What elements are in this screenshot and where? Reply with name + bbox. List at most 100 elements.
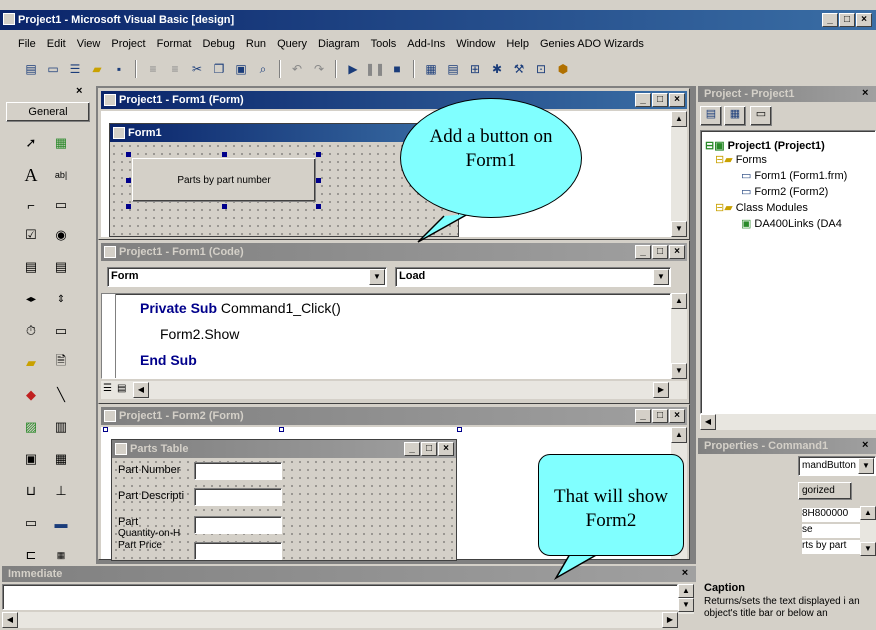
tree-item-form1[interactable]: ▭ Form1 (Form1.frm): [741, 169, 847, 183]
frame-tool-icon[interactable]: ⌐: [20, 194, 42, 216]
form-layout-icon[interactable]: ⊞: [466, 60, 484, 78]
form-selection-handle[interactable]: [279, 427, 284, 432]
toolbox-close-button[interactable]: ×: [76, 86, 88, 98]
maximize-button[interactable]: □: [652, 409, 668, 423]
save-icon[interactable]: ▪: [110, 60, 128, 78]
property-row[interactable]: 8H800000: [802, 508, 862, 522]
procedure-view-icon[interactable]: ☰: [103, 383, 117, 397]
view-code-button[interactable]: ▤: [700, 106, 722, 126]
selection-handle[interactable]: [126, 204, 131, 209]
menu-window[interactable]: Window: [456, 38, 495, 50]
project-explorer-icon[interactable]: ▦: [422, 60, 440, 78]
tree-item-forms[interactable]: ⊟▰ Forms: [715, 153, 767, 167]
scroll-down-arrow[interactable]: ▼: [671, 221, 687, 237]
run-icon[interactable]: ▶: [344, 60, 362, 78]
scroll-up-arrow[interactable]: ▲: [860, 506, 876, 520]
selection-handle[interactable]: [316, 178, 321, 183]
picture-box-tool-icon[interactable]: ▦: [50, 132, 72, 154]
properties-object-combo[interactable]: mandButton ▼: [798, 456, 876, 476]
object-browser-icon[interactable]: ✱: [488, 60, 506, 78]
menu-format[interactable]: Format: [157, 38, 192, 50]
toolbox-tab-general[interactable]: General: [6, 102, 90, 122]
selection-handle[interactable]: [316, 204, 321, 209]
copy-icon[interactable]: ❐: [210, 60, 228, 78]
minimize-button[interactable]: _: [635, 245, 651, 259]
part-number-field[interactable]: [194, 462, 282, 480]
code-hscroll[interactable]: ☰ ▤ ◀ ▶: [101, 381, 687, 399]
paste-icon[interactable]: ▣: [232, 60, 250, 78]
properties-close-button[interactable]: ×: [862, 439, 874, 453]
scroll-up-arrow[interactable]: ▲: [671, 427, 687, 443]
menu-genies-ado-wizards[interactable]: Genies ADO Wizards: [540, 38, 644, 50]
form1-designer-vscroll[interactable]: ▲ ▼: [671, 111, 687, 237]
menu-editor-icon[interactable]: ☰: [66, 60, 84, 78]
close-button[interactable]: ×: [856, 13, 872, 27]
scroll-down-arrow[interactable]: ▼: [860, 542, 876, 556]
cut-icon[interactable]: ✂: [188, 60, 206, 78]
chevron-down-icon[interactable]: ▼: [369, 269, 385, 285]
shape-tool-icon[interactable]: ◆: [20, 384, 42, 406]
code-editor[interactable]: Private Sub Command1_Click() Form2.Show …: [101, 293, 671, 379]
hscrollbar-tool-icon[interactable]: ◂▸: [20, 288, 42, 310]
indent-icon[interactable]: ≡: [144, 60, 162, 78]
tree-view-tool-icon[interactable]: ⊏: [20, 544, 42, 566]
combo-box-tool-icon[interactable]: ▤: [20, 256, 42, 278]
chevron-down-icon[interactable]: ▼: [653, 269, 669, 285]
line-tool-icon[interactable]: ╲: [50, 384, 72, 406]
add-project-icon[interactable]: ▤: [22, 60, 40, 78]
toolbox-icon[interactable]: ⚒: [510, 60, 528, 78]
procedure-combo[interactable]: Load ▼: [395, 267, 671, 287]
selection-handle[interactable]: [222, 204, 227, 209]
scroll-left-arrow[interactable]: ◀: [2, 612, 18, 628]
label-tool-icon[interactable]: A: [20, 164, 42, 186]
toolbar-tool-icon[interactable]: ⊥: [50, 480, 72, 502]
open-icon[interactable]: ▰: [88, 60, 106, 78]
option-button-tool-icon[interactable]: ◉: [50, 224, 72, 246]
checkbox-tool-icon[interactable]: ☑: [20, 224, 42, 246]
quantity-on-hand-field[interactable]: [194, 516, 282, 534]
timer-tool-icon[interactable]: ⏱: [20, 320, 42, 342]
scroll-right-arrow[interactable]: ▶: [653, 382, 669, 398]
chevron-down-icon[interactable]: ▼: [858, 458, 874, 474]
menu-help[interactable]: Help: [506, 38, 529, 50]
menu-add-ins[interactable]: Add-Ins: [407, 38, 445, 50]
menu-edit[interactable]: Edit: [47, 38, 66, 50]
property-row[interactable]: se: [802, 524, 862, 538]
menu-file[interactable]: File: [18, 38, 36, 50]
toggle-folders-button[interactable]: ▭: [750, 106, 772, 126]
menu-query[interactable]: Query: [277, 38, 307, 50]
menu-view[interactable]: View: [77, 38, 101, 50]
selection-handle[interactable]: [222, 152, 227, 157]
redo-icon[interactable]: ↷: [310, 60, 328, 78]
property-row[interactable]: rts by part: [802, 540, 862, 554]
scroll-up-arrow[interactable]: ▲: [671, 111, 687, 127]
tree-item-da400links[interactable]: ▣ DA400Links (DA4: [741, 217, 842, 231]
project-tree-hscroll[interactable]: ◀: [700, 414, 876, 430]
part-price-field[interactable]: [194, 542, 282, 560]
close-button[interactable]: ×: [669, 245, 685, 259]
list-view-tool-icon[interactable]: ▦: [50, 544, 72, 566]
code-vscroll[interactable]: ▲ ▼: [671, 293, 687, 379]
scroll-up-arrow[interactable]: ▲: [678, 584, 694, 598]
full-module-view-icon[interactable]: ▤: [117, 383, 131, 397]
list-box-tool-icon[interactable]: ▤: [50, 256, 72, 278]
properties-window-icon[interactable]: ▤: [444, 60, 462, 78]
progress-bar-tool-icon[interactable]: ▬: [50, 512, 72, 534]
object-combo[interactable]: Form ▼: [107, 267, 387, 287]
properties-vscroll[interactable]: ▲ ▼: [860, 506, 876, 556]
add-form-icon[interactable]: ▭: [44, 60, 62, 78]
break-icon[interactable]: ❚❚: [365, 60, 385, 78]
text-box-tool-icon[interactable]: ab|: [50, 164, 72, 186]
tab-strip-tool-icon[interactable]: ⊔: [20, 480, 42, 502]
menu-project[interactable]: Project: [111, 38, 145, 50]
minimize-button[interactable]: _: [822, 13, 838, 27]
scroll-down-arrow[interactable]: ▼: [678, 598, 694, 612]
scroll-right-arrow[interactable]: ▶: [662, 612, 678, 628]
grid-tool-icon[interactable]: ▦: [50, 448, 72, 470]
image-tool-icon[interactable]: ▨: [20, 416, 42, 438]
project-explorer-close-button[interactable]: ×: [862, 87, 874, 101]
selection-handle[interactable]: [316, 152, 321, 157]
selection-handle[interactable]: [126, 178, 131, 183]
scroll-down-arrow[interactable]: ▼: [671, 363, 687, 379]
parts-by-part-number-button[interactable]: Parts by part number: [132, 158, 316, 202]
